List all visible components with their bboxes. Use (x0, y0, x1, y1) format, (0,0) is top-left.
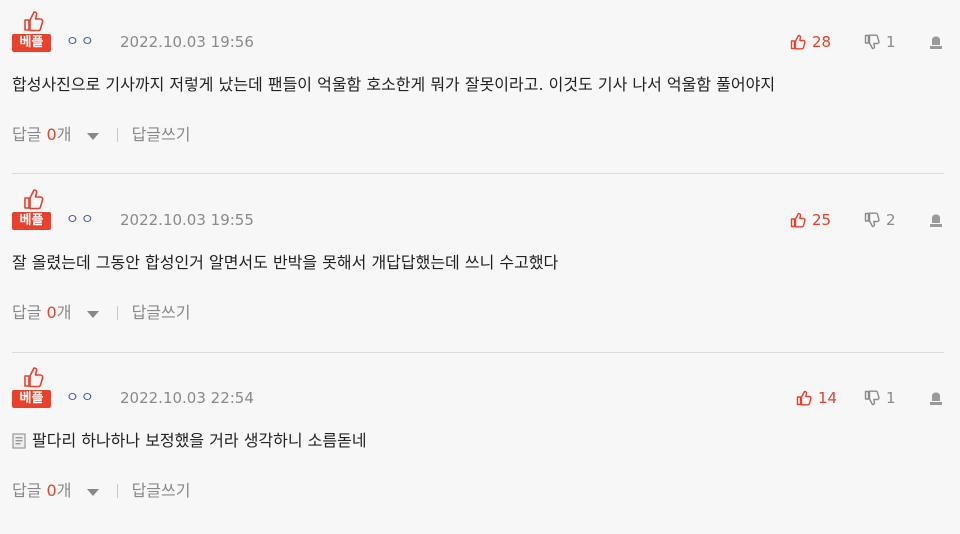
comment-footer: 답글 0개 답글쓰기 (12, 480, 190, 502)
reply-label: 답글 (12, 303, 42, 322)
best-label: 베플 (12, 212, 51, 230)
like-button[interactable]: 14 (796, 388, 837, 408)
comment-item: 베플 ㅇㅇ 2022.10.03 19:55 25 2 잘 올렸는데 그동안 합… (0, 178, 960, 356)
nickname[interactable]: ㅇㅇ (66, 33, 96, 51)
best-label: 베플 (12, 390, 51, 408)
like-count: 14 (818, 389, 838, 407)
best-reply-badge: 베플 (12, 366, 52, 410)
write-reply-button[interactable]: 답글쓰기 (132, 302, 191, 324)
thumbs-up-icon (24, 11, 44, 32)
comment-item: 베플 ㅇㅇ 2022.10.03 19:56 28 1 합성사진으로 기사까지 … (0, 0, 960, 178)
comment-text: 합성사진으로 기사까지 저렇게 났는데 팬들이 억울함 호소한게 뭐가 잘못이라… (12, 73, 775, 97)
divider (116, 306, 118, 320)
thumbs-up-icon (790, 212, 806, 228)
write-reply-button[interactable]: 답글쓰기 (132, 124, 191, 146)
comment-item: 베플 ㅇㅇ 2022.10.03 22:54 14 1 팔다리 하나하나 보정했… (0, 356, 960, 534)
like-count: 25 (812, 211, 832, 229)
reply-unit: 개 (56, 481, 72, 500)
comment-date: 2022.10.03 22:54 (120, 389, 254, 407)
like-button[interactable]: 28 (790, 32, 831, 52)
divider (12, 173, 944, 174)
divider (116, 128, 118, 142)
chevron-down-icon (86, 311, 99, 318)
comment-text-content: 잘 올렸는데 그동안 합성인거 알면서도 반박을 못해서 개답답했는데 쓰니 수… (12, 253, 559, 272)
comment-text-content: 팔다리 하나하나 보정했을 거라 생각하니 소름돋네 (32, 431, 367, 450)
reply-count: 0 (46, 303, 57, 322)
best-reply-badge: 베플 (12, 10, 52, 54)
reply-toggle[interactable]: 답글 0개 (12, 124, 99, 146)
reply-toggle[interactable]: 답글 0개 (12, 480, 99, 502)
divider (12, 352, 944, 353)
comment-text: 팔다리 하나하나 보정했을 거라 생각하니 소름돋네 (12, 429, 367, 453)
comment-date: 2022.10.03 19:55 (120, 211, 254, 229)
thumbs-down-icon (864, 34, 880, 50)
dislike-count: 1 (886, 33, 896, 51)
write-reply-button[interactable]: 답글쓰기 (132, 480, 191, 502)
comment-footer: 답글 0개 답글쓰기 (12, 124, 190, 146)
thumbs-up-icon (796, 390, 812, 406)
comment-text: 잘 올렸는데 그동안 합성인거 알면서도 반박을 못해서 개답답했는데 쓰니 수… (12, 251, 558, 275)
reply-unit: 개 (56, 125, 72, 144)
reply-count: 0 (46, 481, 57, 500)
reply-label: 답글 (12, 481, 42, 500)
report-icon[interactable] (928, 214, 944, 228)
divider (116, 484, 118, 498)
thumbs-up-icon (790, 34, 806, 50)
like-button[interactable]: 25 (790, 210, 831, 230)
chevron-down-icon (86, 133, 99, 140)
document-icon (12, 433, 26, 449)
best-label: 베플 (12, 34, 51, 52)
reply-label: 답글 (12, 125, 42, 144)
reply-toggle[interactable]: 답글 0개 (12, 302, 99, 324)
dislike-count: 2 (886, 211, 896, 229)
thumbs-up-icon (24, 367, 44, 388)
nickname[interactable]: ㅇㅇ (66, 211, 96, 229)
reply-count: 0 (46, 125, 57, 144)
comment-footer: 답글 0개 답글쓰기 (12, 302, 190, 324)
best-reply-badge: 베플 (12, 188, 52, 232)
report-icon[interactable] (928, 36, 944, 50)
dislike-button[interactable]: 2 (864, 210, 896, 230)
thumbs-up-icon (24, 189, 44, 210)
thumbs-down-icon (864, 212, 880, 228)
reply-unit: 개 (56, 303, 72, 322)
comment-date: 2022.10.03 19:56 (120, 33, 254, 51)
nickname[interactable]: ㅇㅇ (66, 389, 96, 407)
thumbs-down-icon (864, 390, 880, 406)
dislike-button[interactable]: 1 (864, 388, 896, 408)
dislike-count: 1 (886, 389, 896, 407)
like-count: 28 (812, 33, 832, 51)
dislike-button[interactable]: 1 (864, 32, 896, 52)
chevron-down-icon (86, 489, 99, 496)
comment-text-content: 합성사진으로 기사까지 저렇게 났는데 팬들이 억울함 호소한게 뭐가 잘못이라… (12, 75, 776, 94)
report-icon[interactable] (928, 392, 944, 406)
